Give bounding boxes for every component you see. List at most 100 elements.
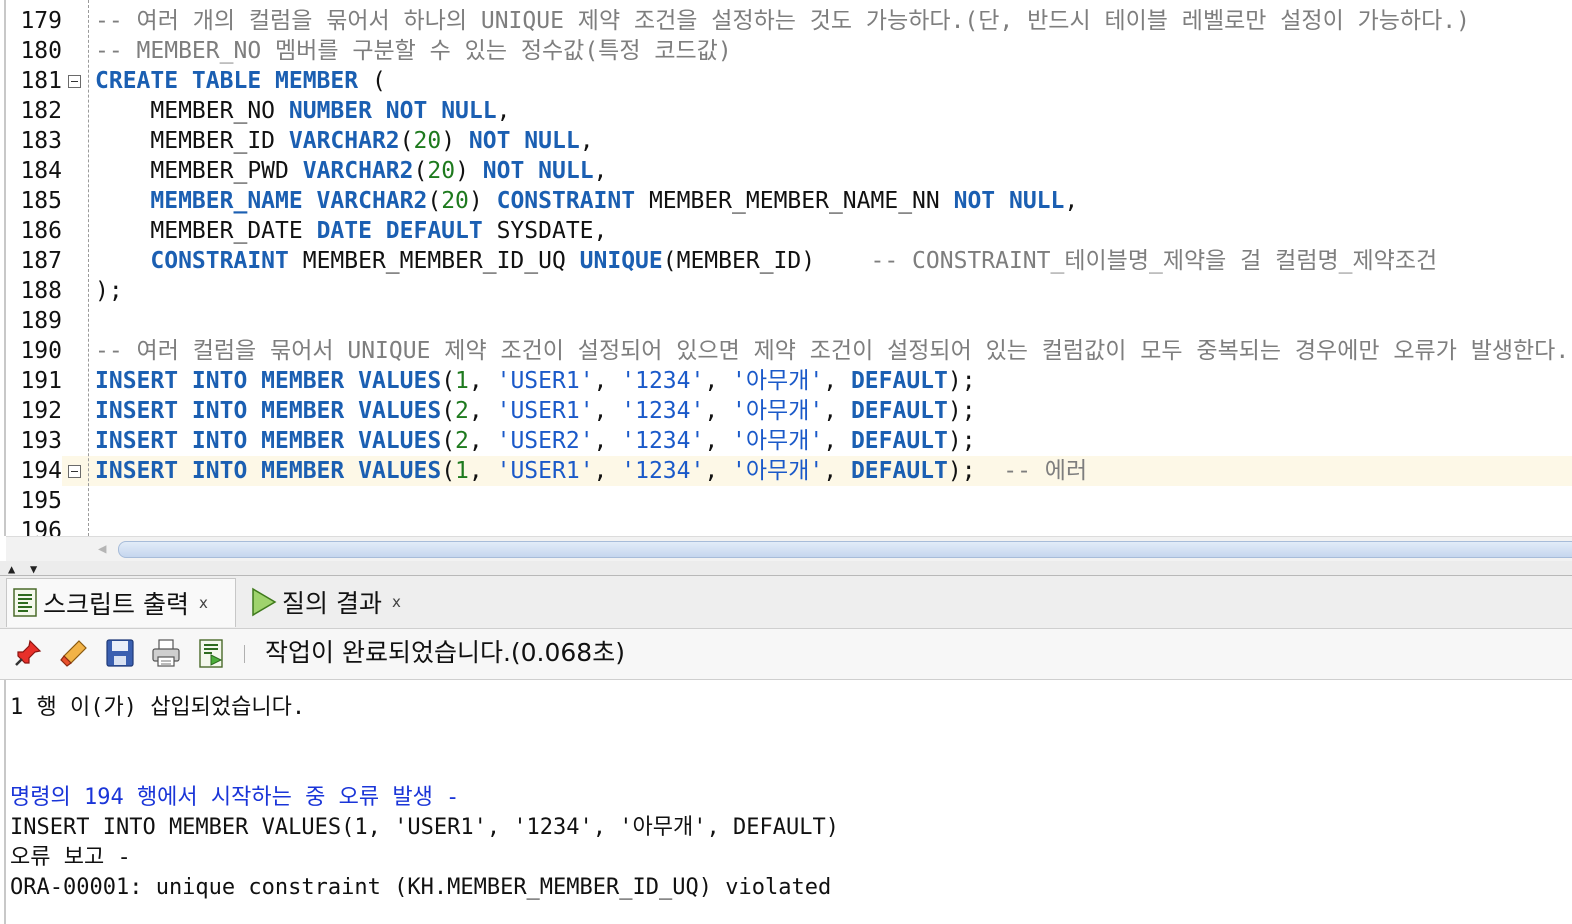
- sql-comment: -- 여러 컬럼을 묶어서 UNIQUE 제약 조건이 설정되어 있으면 제약 …: [95, 338, 1570, 364]
- sql-string: 'USER1': [496, 368, 594, 394]
- sql-string: 'USER1': [496, 398, 594, 424]
- sql-number: 20: [427, 158, 456, 184]
- panel-splitter[interactable]: ▲ ▼: [0, 561, 1572, 576]
- sql-number: 1: [455, 458, 469, 484]
- code-line[interactable]: CONSTRAINT MEMBER_MEMBER_ID_UQ UNIQUE(ME…: [95, 246, 1437, 276]
- line-number: 181: [20, 68, 62, 94]
- sql-editor[interactable]: 179 180 181 182 183 184 185 186 187 188 189 190 191 1…: [0, 0, 1572, 536]
- line-number: 193: [20, 428, 62, 454]
- code-line[interactable]: -- 여러 컬럼을 묶어서 UNIQUE 제약 조건이 설정되어 있으면 제약 …: [95, 336, 1569, 366]
- sql-keyword: CONSTRAINT: [496, 188, 636, 214]
- sql-text: (: [441, 428, 456, 454]
- output-tab-bar: 스크립트 출력 x 질의 결과 x: [0, 576, 1572, 629]
- sql-keyword: DEFAULT: [850, 428, 948, 454]
- code-line[interactable]: MEMBER_PWD VARCHAR2(20) NOT NULL,: [95, 156, 607, 186]
- code-line[interactable]: MEMBER_NAME VARCHAR2(20) CONSTRAINT MEMB…: [95, 186, 1078, 216]
- close-icon[interactable]: x: [199, 594, 208, 612]
- code-line[interactable]: INSERT INTO MEMBER VALUES(1, 'USER1', '1…: [95, 366, 976, 396]
- sql-text: MEMBER_PWD: [95, 158, 303, 184]
- line-number: 180: [20, 38, 62, 64]
- sql-keyword: CREATE TABLE MEMBER: [95, 68, 359, 94]
- sql-keyword: DEFAULT: [850, 458, 948, 484]
- line-number: 186: [20, 218, 62, 244]
- pin-icon[interactable]: [12, 637, 44, 669]
- sql-text: ,: [593, 398, 622, 424]
- tab-query-result[interactable]: 질의 결과 x: [244, 578, 424, 626]
- sql-text: ,: [704, 398, 733, 424]
- sql-string: 'USER2': [496, 428, 594, 454]
- scrollbar-thumb[interactable]: [118, 541, 1572, 558]
- sql-text: (: [413, 158, 428, 184]
- collapse-down-icon[interactable]: ▼: [30, 562, 37, 576]
- sql-text: MEMBER_NO: [95, 98, 289, 124]
- tab-script-output[interactable]: 스크립트 출력 x: [6, 578, 236, 627]
- sql-text: ,: [593, 158, 608, 184]
- sql-string: 'USER1': [496, 458, 594, 484]
- sql-text: ,: [593, 428, 622, 454]
- sql-keyword: INSERT INTO MEMBER VALUES: [95, 368, 442, 394]
- script-output-icon: [13, 588, 39, 618]
- code-line[interactable]: -- 여러 개의 컬럼을 묶어서 하나의 UNIQUE 제약 조건을 설정하는 …: [95, 6, 1470, 36]
- run-triangle-icon: [250, 587, 278, 617]
- execution-status: 작업이 완료되었습니다.(0.068초): [265, 638, 625, 667]
- sql-comment: -- 여러 개의 컬럼을 묶어서 하나의 UNIQUE 제약 조건을 설정하는 …: [95, 8, 1470, 34]
- sql-text: (MEMBER_ID): [662, 248, 871, 274]
- sql-string: '1234': [621, 458, 705, 484]
- sql-string: '아무개': [732, 368, 824, 394]
- code-line[interactable]: MEMBER_NO NUMBER NOT NULL,: [95, 96, 510, 126]
- sql-text: MEMBER_MEMBER_NAME_NN: [635, 188, 954, 214]
- print-icon[interactable]: [150, 637, 182, 669]
- sql-text: (: [441, 398, 456, 424]
- export-icon[interactable]: [196, 637, 228, 669]
- tab-script-output-label: 스크립트 출력: [43, 590, 189, 619]
- sql-text: SYSDATE,: [482, 218, 608, 244]
- horizontal-scrollbar[interactable]: ◀: [6, 536, 1572, 561]
- code-line[interactable]: INSERT INTO MEMBER VALUES(2, 'USER2', '1…: [95, 426, 976, 456]
- save-icon[interactable]: [104, 637, 136, 669]
- scroll-left-icon[interactable]: ◀: [98, 541, 106, 557]
- code-line[interactable]: -- MEMBER_NO 멤버를 구분할 수 있는 정수값(특정 코드값): [95, 36, 732, 66]
- code-line[interactable]: );: [95, 276, 123, 306]
- script-output-pane[interactable]: 1 행 이(가) 삽입되었습니다. 명령의 194 행에서 시작하는 중 오류 발…: [0, 680, 1572, 924]
- sql-text: ,: [823, 458, 851, 484]
- sql-comment: -- MEMBER_NO 멤버를 구분할 수 있는 정수값(특정 코드값): [95, 38, 732, 64]
- sql-keyword: CONSTRAINT: [150, 248, 289, 274]
- collapse-up-icon[interactable]: ▲: [8, 562, 15, 576]
- code-line[interactable]: INSERT INTO MEMBER VALUES(2, 'USER1', '1…: [95, 396, 976, 426]
- sql-text: ,: [593, 458, 622, 484]
- code-line[interactable]: MEMBER_ID VARCHAR2(20) NOT NULL,: [95, 126, 593, 156]
- code-line[interactable]: CREATE TABLE MEMBER (: [95, 66, 386, 96]
- sql-text: ): [455, 158, 483, 184]
- sql-text: );: [947, 428, 976, 454]
- sql-text: MEMBER_MEMBER_ID_UQ: [288, 248, 580, 274]
- sql-keyword: DATE DEFAULT: [316, 218, 483, 244]
- sql-text: ,: [468, 428, 497, 454]
- line-number: 192: [20, 398, 62, 424]
- sql-number: 1: [455, 368, 469, 394]
- code-line[interactable]: INSERT INTO MEMBER VALUES(1, 'USER1', '1…: [95, 456, 1087, 486]
- sql-text: ,: [823, 428, 851, 454]
- sql-text: ,: [593, 368, 622, 394]
- line-number: 179: [20, 8, 62, 34]
- line-number-gutter: 179 180 181 182 183 184 185 186 187 188 189 190 191 1…: [6, 0, 62, 536]
- line-number: 185: [20, 188, 62, 214]
- sql-string: '아무개': [732, 458, 824, 484]
- error-header-line: 명령의 194 행에서 시작하는 중 오류 발생 -: [10, 785, 460, 810]
- sql-string: '1234': [621, 368, 705, 394]
- sql-text: ,: [468, 458, 497, 484]
- fold-toggle-icon[interactable]: [68, 465, 81, 478]
- line-number: 196: [20, 518, 62, 536]
- sql-string: '아무개': [732, 428, 824, 454]
- sql-keyword: MEMBER_NAME VARCHAR2: [150, 188, 428, 214]
- eraser-icon[interactable]: [58, 637, 90, 669]
- sql-text: ,: [704, 428, 733, 454]
- line-number: 187: [20, 248, 62, 274]
- code-line[interactable]: MEMBER_DATE DATE DEFAULT SYSDATE,: [95, 216, 607, 246]
- fold-toggle-icon[interactable]: [68, 75, 81, 88]
- sql-number: 2: [455, 428, 469, 454]
- sql-keyword: VARCHAR2: [302, 158, 414, 184]
- sql-text: );: [947, 398, 976, 424]
- sql-keyword: UNIQUE: [579, 248, 663, 274]
- close-icon[interactable]: x: [392, 593, 401, 611]
